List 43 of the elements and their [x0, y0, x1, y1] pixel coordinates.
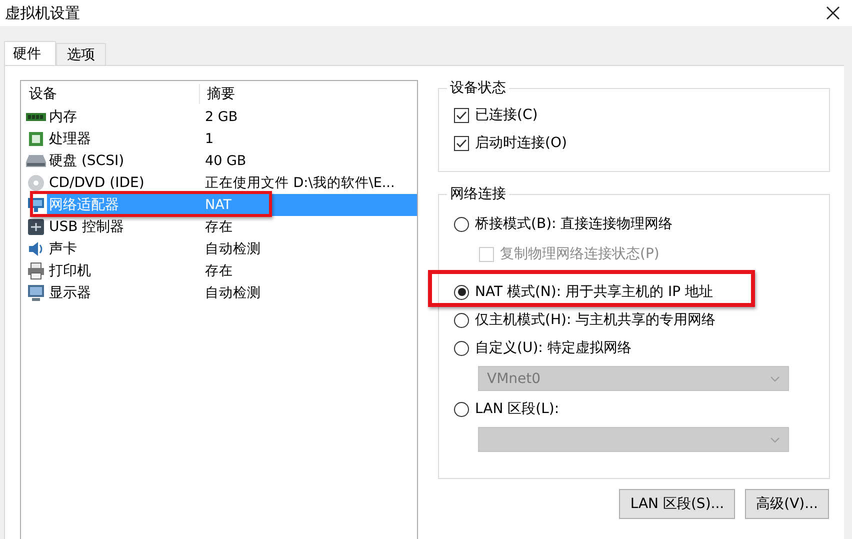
printer-icon	[27, 262, 45, 280]
device-row[interactable]: 硬盘 (SCSI) 40 GB	[47, 150, 417, 172]
disc-icon	[27, 174, 45, 192]
chevron-down-icon	[770, 436, 780, 442]
chip-icon	[28, 131, 44, 147]
window-title: 虚拟机设置	[5, 4, 80, 22]
radio-button[interactable]	[454, 402, 469, 416]
hard-drive-icon	[26, 154, 46, 168]
group-title: 网络连接	[447, 185, 509, 203]
checkbox-label[interactable]: 启动时连接(O)	[475, 134, 567, 152]
column-header[interactable]: 设备	[21, 84, 200, 104]
group-title: 设备状态	[447, 79, 509, 97]
checkbox[interactable]	[454, 108, 469, 122]
device-row[interactable]: CD/DVD (IDE) 正在使用文件 D:\我的软件\E...	[47, 172, 417, 194]
radio-label[interactable]: NAT 模式(N): 用于共享主机的 IP 地址	[475, 283, 713, 301]
radio-label[interactable]: LAN 区段(L):	[475, 400, 560, 418]
device-row[interactable]: 内存 2 GB	[47, 106, 417, 128]
device-row[interactable]: 打印机 存在	[47, 260, 417, 282]
chevron-down-icon	[770, 376, 780, 382]
device-row[interactable]: 声卡 自动检测	[47, 238, 417, 260]
radio-button[interactable]	[454, 216, 469, 232]
column-header[interactable]: 摘要	[200, 84, 235, 104]
device-row[interactable]: USB 控制器 存在	[47, 216, 417, 238]
speaker-icon	[27, 240, 45, 258]
usb-icon	[27, 218, 45, 236]
tab[interactable]: 硬件	[4, 41, 56, 65]
device-row[interactable]: 处理器 1	[47, 128, 417, 150]
checkbox[interactable]	[454, 136, 469, 150]
network-adapter-icon	[27, 197, 45, 213]
radio-button[interactable]	[454, 312, 469, 328]
radio-button[interactable]	[454, 340, 469, 356]
radio-label[interactable]: 自定义(U): 特定虚拟网络	[475, 339, 632, 357]
tab[interactable]: 选项	[56, 43, 106, 65]
radio-button[interactable]	[454, 284, 469, 300]
dialog-button[interactable]: LAN 区段(S)...	[619, 489, 736, 519]
dialog-button[interactable]: 高级(V)...	[745, 489, 829, 519]
close-icon[interactable]	[826, 6, 840, 20]
radio-label[interactable]: 桥接模式(B): 直接连接物理网络	[475, 215, 673, 233]
monitor-icon	[27, 284, 45, 302]
checkbox-label[interactable]: 已连接(C)	[475, 106, 538, 124]
device-row[interactable]: 显示器 自动检测	[47, 282, 417, 304]
memory-icon	[26, 112, 46, 122]
radio-label[interactable]: 仅主机模式(H): 与主机共享的专用网络	[475, 311, 716, 329]
